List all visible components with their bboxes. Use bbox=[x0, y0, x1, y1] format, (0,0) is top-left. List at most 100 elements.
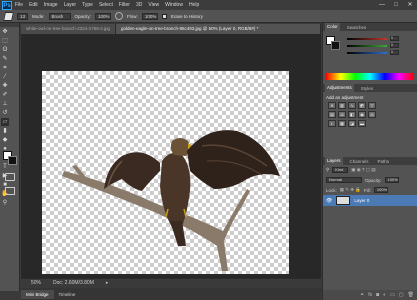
doc-tab-owl[interactable]: white-owl-on-tree-branch-2324-2758-2.jpg bbox=[21, 24, 116, 34]
color-panel: 0 0 0 bbox=[323, 31, 417, 69]
zoom-tool-icon[interactable]: ⚲ bbox=[1, 199, 9, 207]
quick-mask-icon[interactable] bbox=[5, 173, 15, 181]
menu-help[interactable]: Help bbox=[186, 2, 202, 8]
new-layer-icon[interactable]: ▢ bbox=[399, 292, 404, 298]
tab-layers[interactable]: Layers bbox=[325, 157, 343, 165]
menu-edit[interactable]: Edit bbox=[26, 2, 41, 8]
channel-mixer-icon[interactable]: ◎ bbox=[368, 111, 376, 118]
airbrush-icon[interactable] bbox=[115, 12, 124, 20]
fx-icon[interactable]: fx bbox=[368, 292, 372, 298]
history-brush-tool-icon[interactable]: ↺ bbox=[1, 109, 9, 117]
healing-tool-icon[interactable]: ✚ bbox=[1, 82, 9, 90]
layer-row[interactable]: 👁 Layer 0 bbox=[323, 195, 417, 206]
photo-filter-icon[interactable]: ◉ bbox=[358, 111, 366, 118]
red-value[interactable]: 0 bbox=[390, 36, 399, 41]
zoom-level[interactable]: 50% bbox=[31, 280, 41, 286]
tab-channels[interactable]: Channels bbox=[348, 159, 371, 164]
blue-slider[interactable]: 0 bbox=[347, 49, 417, 56]
flow-field[interactable]: 100% bbox=[141, 12, 158, 20]
mode-select[interactable]: Brush bbox=[48, 12, 71, 20]
threshold-icon[interactable]: ◪ bbox=[348, 120, 356, 127]
marquee-tool-icon[interactable]: ⬚ bbox=[1, 37, 9, 45]
filter-icons[interactable]: ▣ ◉ T ▢ ▤ bbox=[351, 167, 375, 173]
close-button[interactable]: ✕ bbox=[403, 0, 417, 10]
blue-value[interactable]: 0 bbox=[390, 50, 399, 55]
erase-history-checkbox[interactable] bbox=[161, 13, 167, 19]
canvas-area[interactable] bbox=[21, 34, 321, 278]
color-spectrum[interactable] bbox=[326, 73, 414, 80]
fill-field[interactable]: 100% bbox=[373, 187, 388, 193]
black-white-icon[interactable]: ◧ bbox=[348, 111, 356, 118]
hue-saturation-icon[interactable]: ▤ bbox=[328, 111, 336, 118]
bg-color-chip[interactable] bbox=[331, 41, 340, 50]
blend-mode-select[interactable]: Normal bbox=[326, 177, 362, 183]
mask-icon[interactable]: ◙ bbox=[376, 292, 379, 298]
color-balance-icon[interactable]: ⚖ bbox=[338, 111, 346, 118]
status-menu-icon[interactable]: ▸ bbox=[106, 280, 109, 286]
eye-icon[interactable]: 👁 bbox=[326, 198, 332, 204]
menu-file[interactable]: File bbox=[12, 2, 26, 8]
blur-tool-icon[interactable]: ◆ bbox=[1, 136, 9, 144]
screen-mode-icon[interactable] bbox=[5, 187, 15, 195]
eagle-on-branch-image bbox=[62, 130, 280, 271]
green-value[interactable]: 0 bbox=[390, 43, 399, 48]
photoshop-logo: Ps bbox=[2, 0, 12, 10]
eraser-tool-icon[interactable]: ▱ bbox=[1, 118, 9, 126]
adjustments-title: Add an adjustment bbox=[326, 95, 364, 100]
document-canvas[interactable] bbox=[42, 71, 289, 274]
exposure-icon[interactable]: ◩ bbox=[358, 102, 366, 109]
gradient-tool-icon[interactable]: ▮ bbox=[1, 127, 9, 135]
posterize-icon[interactable]: ▦ bbox=[338, 120, 346, 127]
vibrance-icon[interactable]: ▽ bbox=[368, 102, 376, 109]
crop-tool-icon[interactable]: ⌗ bbox=[1, 64, 9, 72]
layer-opacity-field[interactable]: 100% bbox=[384, 177, 399, 183]
link-icon[interactable]: ⚭ bbox=[360, 292, 364, 298]
move-tool-icon[interactable]: ✥ bbox=[1, 28, 9, 36]
document-tabs: white-owl-on-tree-branch-2324-2758-2.jpg… bbox=[21, 24, 321, 34]
brush-tool-icon[interactable]: ✐ bbox=[1, 91, 9, 99]
tab-color[interactable]: Color bbox=[325, 23, 340, 31]
tab-paths[interactable]: Paths bbox=[376, 159, 392, 164]
layers-panel-header: Layers Channels Paths bbox=[323, 157, 417, 165]
invert-icon[interactable]: ◐ bbox=[328, 120, 336, 127]
lock-icons[interactable]: ▦ ✎ ✥ 🔒 bbox=[340, 187, 361, 193]
menu-select[interactable]: Select bbox=[96, 2, 116, 8]
opacity-field[interactable]: 100% bbox=[95, 12, 112, 20]
brightness-icon[interactable]: ☀ bbox=[328, 102, 336, 109]
trash-icon[interactable]: 🗑 bbox=[408, 292, 414, 298]
menu-filter[interactable]: Filter bbox=[116, 2, 133, 8]
color-panel-header: Color Swatches bbox=[323, 23, 417, 31]
adjustment-layer-icon[interactable]: ◐ bbox=[383, 292, 386, 298]
menu-image[interactable]: Image bbox=[41, 2, 61, 8]
tab-mini-bridge[interactable]: Mini Bridge bbox=[21, 289, 54, 299]
menu-layer[interactable]: Layer bbox=[61, 2, 80, 8]
curves-icon[interactable]: ∿ bbox=[348, 102, 356, 109]
stamp-tool-icon[interactable]: ⊥ bbox=[1, 100, 9, 108]
kind-filter-select[interactable]: Kind bbox=[332, 167, 349, 173]
tab-styles[interactable]: Styles bbox=[359, 86, 375, 91]
tab-adjustments[interactable]: Adjustments bbox=[325, 84, 354, 92]
tab-timeline[interactable]: Timeline bbox=[54, 292, 81, 297]
brush-size-picker[interactable]: 13 bbox=[17, 12, 29, 20]
green-slider[interactable]: 0 bbox=[347, 42, 417, 49]
red-slider[interactable]: 0 bbox=[347, 35, 417, 42]
gradient-map-icon[interactable]: ▬ bbox=[358, 120, 366, 127]
menu-3d[interactable]: 3D bbox=[133, 2, 145, 8]
levels-icon[interactable]: ▥ bbox=[338, 102, 346, 109]
eraser-tool-icon[interactable] bbox=[3, 11, 14, 21]
menu-view[interactable]: View bbox=[145, 2, 162, 8]
eyedropper-tool-icon[interactable]: ⁄ bbox=[1, 73, 9, 81]
tab-swatches[interactable]: Swatches bbox=[345, 25, 369, 30]
tools-panel: ✥ ⬚ ʘ ✎ ⌗ ⁄ ✚ ✐ ⊥ ↺ ▱ ▮ ◆ ● ✒ T ▶ ■ ✋ ⚲ bbox=[0, 23, 20, 291]
maximize-button[interactable]: □ bbox=[389, 0, 403, 10]
minimize-button[interactable]: — bbox=[375, 0, 389, 10]
menu-window[interactable]: Window bbox=[162, 2, 186, 8]
erase-history-label: Erase to History bbox=[170, 13, 203, 19]
lasso-tool-icon[interactable]: ʘ bbox=[1, 46, 9, 54]
menu-type[interactable]: Type bbox=[79, 2, 96, 8]
layer-name[interactable]: Layer 0 bbox=[354, 198, 369, 203]
background-color-swatch[interactable] bbox=[8, 156, 17, 165]
doc-tab-eagle[interactable]: golden-eagle-on-tree-branch-86c493.jpg @… bbox=[116, 24, 321, 34]
quick-select-tool-icon[interactable]: ✎ bbox=[1, 55, 9, 63]
folder-icon[interactable]: ▭ bbox=[390, 292, 395, 298]
